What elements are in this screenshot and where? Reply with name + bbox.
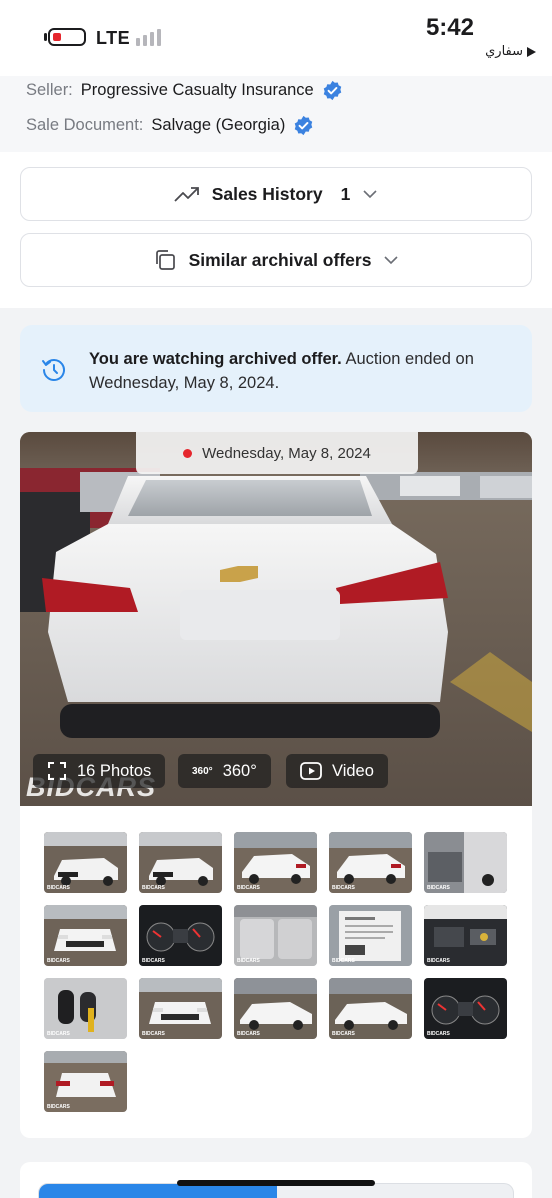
thumbnail-image (424, 905, 507, 966)
thumbnail-image (234, 832, 317, 893)
thumbnail-image (329, 978, 412, 1039)
verified-badge-icon (293, 115, 314, 136)
sale-document-value: Salvage (Georgia) (151, 116, 286, 134)
thumbnail-image (234, 905, 317, 966)
thumbnail-image (139, 978, 222, 1039)
thumbnail-watermark: BIDCARS (332, 885, 355, 891)
main-photo[interactable]: Wednesday, May 8, 2024 BIDCARS 16 Photos… (20, 432, 532, 806)
thumbnail-watermark: BIDCARS (142, 885, 165, 891)
thumbnail-watermark: BIDCARS (47, 958, 70, 964)
photo-thumbnail[interactable]: BIDCARS (424, 905, 507, 966)
panorama-label: 360° (222, 761, 257, 780)
notice-bold: You are watching archived offer. (89, 350, 342, 368)
battery-icon (48, 28, 86, 46)
photos-button[interactable]: 16 Photos (33, 754, 166, 788)
back-to-app-link[interactable]: سفاري (485, 44, 536, 59)
thumbnail-watermark: BIDCARS (237, 958, 260, 964)
gallery-card: Wednesday, May 8, 2024 BIDCARS 16 Photos… (20, 432, 532, 1138)
thumbnail-watermark: BIDCARS (427, 1031, 450, 1037)
photo-thumbnail[interactable]: BIDCARS (329, 978, 412, 1039)
accordion-section: Sales History 1 Similar archival offers (0, 152, 552, 308)
seller-row: Seller: Progressive Casualty Insurance (26, 80, 343, 101)
photo-thumbnail[interactable]: BIDCARS (234, 832, 317, 893)
carrier-label: LTE (96, 28, 131, 48)
auction-date: Wednesday, May 8, 2024 (202, 444, 371, 462)
photo-thumbnail[interactable]: BIDCARS (329, 832, 412, 893)
copy-icon (155, 250, 175, 270)
thumbnail-image (44, 905, 127, 966)
thumbnail-image (44, 978, 127, 1039)
signal-icon (136, 28, 166, 46)
thumbnail-image (44, 832, 127, 893)
back-app-label: سفاري (485, 44, 523, 59)
panorama-360-button[interactable]: 360° 360° (178, 754, 271, 788)
photo-thumbnail[interactable]: BIDCARS (424, 978, 507, 1039)
thumbnail-watermark: BIDCARS (47, 1031, 70, 1037)
chevron-down-icon (363, 190, 377, 199)
similar-offers-label: Similar archival offers (188, 249, 372, 270)
seller-label: Seller: (26, 81, 73, 99)
photo-thumbnail[interactable]: BIDCARS (44, 978, 127, 1039)
car-rear-photo (20, 432, 532, 806)
trending-up-icon (174, 187, 199, 202)
archived-notice-text: You are watching archived offer. Auction… (89, 347, 509, 395)
clock: 5:42 (425, 14, 474, 41)
video-play-icon (300, 762, 322, 780)
thumbnail-watermark: BIDCARS (332, 958, 355, 964)
sale-document-row: Sale Document: Salvage (Georgia) (26, 115, 314, 136)
sales-history-accordion[interactable]: Sales History 1 (20, 167, 532, 221)
photo-thumbnail[interactable]: BIDCARS (424, 832, 507, 893)
verified-badge-icon (322, 80, 343, 101)
thumbnail-watermark: BIDCARS (47, 885, 70, 891)
battery-tip (44, 33, 47, 41)
seller-value: Progressive Casualty Insurance (80, 81, 314, 99)
sales-history-count: 1 (340, 183, 351, 204)
play-arrow-icon (527, 46, 536, 57)
photo-thumbnail[interactable]: BIDCARS (139, 832, 222, 893)
thumbnail-watermark: BIDCARS (427, 885, 450, 891)
similar-offers-accordion[interactable]: Similar archival offers (20, 233, 532, 287)
thumbnail-watermark: BIDCARS (332, 1031, 355, 1037)
thumbnail-image (44, 1051, 127, 1112)
thumbnail-watermark: BIDCARS (142, 958, 165, 964)
360-badge-icon: 360° (192, 765, 213, 777)
history-icon (42, 359, 65, 381)
photo-thumbnail[interactable]: BIDCARS (44, 1051, 127, 1112)
photos-label: 16 Photos (77, 761, 152, 780)
photo-thumbnail[interactable]: BIDCARS (44, 905, 127, 966)
thumbnail-watermark: BIDCARS (237, 1031, 260, 1037)
auction-date-badge: Wednesday, May 8, 2024 (136, 432, 418, 474)
record-dot-icon (183, 448, 193, 458)
photo-thumbnail[interactable]: BIDCARS (234, 978, 317, 1039)
video-label: Video (332, 761, 374, 780)
thumbnail-image (139, 905, 222, 966)
bottom-tab-active[interactable] (39, 1184, 277, 1198)
status-bar: LTE 5:42 سفاري (0, 0, 552, 76)
fullscreen-icon (48, 762, 66, 780)
photo-thumbnail[interactable]: BIDCARS (329, 905, 412, 966)
thumbnail-watermark: BIDCARS (47, 1104, 70, 1110)
chevron-down-icon (384, 256, 399, 265)
sales-history-label: Sales History (211, 183, 323, 204)
thumbnail-image (234, 978, 317, 1039)
sale-document-label: Sale Document: (26, 116, 144, 134)
thumbnail-watermark: BIDCARS (427, 958, 450, 964)
video-button[interactable]: Video (286, 754, 388, 788)
thumbnail-image (424, 978, 507, 1039)
thumbnail-image (329, 905, 412, 966)
archived-offer-notice: You are watching archived offer. Auction… (20, 325, 532, 412)
thumbnail-watermark: BIDCARS (237, 885, 260, 891)
thumbnail-image (424, 832, 507, 893)
photo-thumbnail[interactable]: BIDCARS (234, 905, 317, 966)
thumbnail-image (139, 832, 222, 893)
home-indicator (177, 1180, 375, 1186)
thumbnail-watermark: BIDCARS (142, 1031, 165, 1037)
thumbnail-image (329, 832, 412, 893)
photo-thumbnail[interactable]: BIDCARS (139, 905, 222, 966)
photo-thumbnail[interactable]: BIDCARS (44, 832, 127, 893)
seller-info: Seller: Progressive Casualty Insurance S… (0, 76, 552, 158)
photo-thumbnail[interactable]: BIDCARS (139, 978, 222, 1039)
